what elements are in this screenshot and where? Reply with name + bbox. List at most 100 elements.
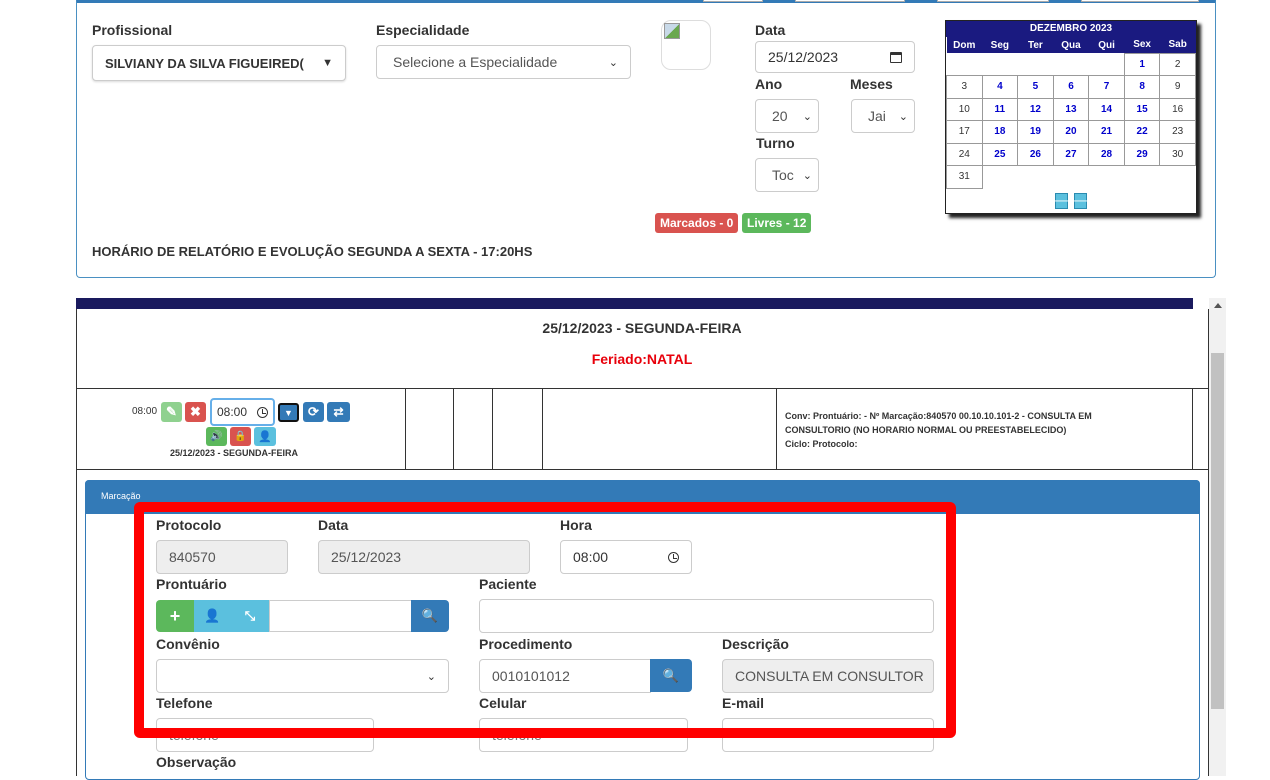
calendar-empty-cell: [1053, 53, 1089, 76]
slot-time-input-value: 08:00: [217, 405, 248, 419]
booking-date-input[interactable]: 25/12/2023: [318, 540, 530, 574]
mobile-input[interactable]: [479, 718, 688, 752]
col-divider: [776, 388, 777, 469]
calendar-day[interactable]: 12: [1017, 97, 1054, 121]
calendar-day: 23: [1159, 120, 1196, 144]
description-value: CONSULTA EM CONSULTOR: [735, 668, 924, 684]
booking-panel-header: Marcação: [85, 480, 1200, 514]
slot-date: 25/12/2023 - SEGUNDA-FEIRA: [170, 448, 299, 458]
email-input[interactable]: [722, 718, 934, 752]
professional-photo: [661, 20, 711, 70]
insurance-label: Convênio: [156, 636, 220, 652]
procedure-value: 0010101012: [492, 668, 570, 684]
top-button-4[interactable]: [1081, 0, 1199, 2]
scrollbar-thumb[interactable]: [1211, 353, 1224, 709]
weekday-header: Dom: [946, 37, 983, 53]
user-icon[interactable]: 👤: [254, 427, 276, 446]
shift-select[interactable]: Toc ⌄: [755, 158, 819, 192]
shift-value: Toc: [772, 167, 794, 183]
phone-input[interactable]: [156, 718, 374, 752]
volume-icon[interactable]: 🔊: [206, 427, 227, 446]
protocol-input[interactable]: 840570: [156, 540, 288, 574]
lock-icon[interactable]: 🔒: [230, 427, 251, 446]
calendar-day[interactable]: 15: [1123, 97, 1161, 121]
calendar-day[interactable]: 21: [1088, 120, 1125, 144]
cancel-button[interactable]: ✖: [185, 402, 206, 422]
col-divider: [405, 388, 406, 469]
shift-label: Turno: [756, 135, 795, 151]
year-select[interactable]: 20 ⌄: [755, 99, 819, 133]
repeat-icon[interactable]: ⇄: [327, 402, 350, 422]
professional-select[interactable]: SILVIANY DA SILVA FIGUEIRED( ▼: [92, 45, 346, 81]
top-button-1[interactable]: [703, 0, 763, 2]
record-label: Prontuário: [156, 576, 227, 592]
patient-search-button[interactable]: 👤: [194, 600, 231, 632]
caret-down-icon: ▼: [322, 57, 333, 69]
specialty-label: Especialidade: [376, 22, 470, 38]
calendar-day[interactable]: 14: [1088, 97, 1125, 121]
calendar-day[interactable]: 28: [1088, 142, 1125, 166]
record-input[interactable]: [269, 600, 412, 632]
top-button-2[interactable]: [795, 0, 905, 2]
calendar-day[interactable]: 4: [981, 75, 1019, 99]
scroll-up-icon[interactable]: [1214, 303, 1222, 308]
calendar-day: 16: [1159, 97, 1196, 121]
calendar-day[interactable]: 5: [1017, 75, 1054, 99]
patient-label: Paciente: [479, 576, 537, 592]
calendar-day[interactable]: 26: [1017, 142, 1054, 166]
date-input[interactable]: 25/12/2023: [755, 41, 915, 73]
insurance-select[interactable]: ⌄: [156, 659, 449, 693]
calendar-empty-cell: [1018, 166, 1054, 189]
arrow-right-icon[interactable]: 🡒: [1067, 192, 1094, 209]
calendar-day[interactable]: 25: [981, 142, 1019, 166]
refresh-icon[interactable]: ⟳: [303, 402, 324, 422]
calendar-day[interactable]: 11: [981, 97, 1019, 121]
procedure-search-icon[interactable]: 🔍: [650, 659, 692, 692]
date-value: 25/12/2023: [768, 49, 839, 65]
description-input[interactable]: CONSULTA EM CONSULTOR: [722, 659, 934, 693]
booking-panel-title: Marcação: [101, 491, 141, 501]
calendar-day[interactable]: 18: [981, 120, 1019, 144]
calendar-day[interactable]: 13: [1052, 97, 1090, 121]
mini-calendar: DEZEMBRO 2023 Dom Seg Ter Qua Qui Sex Sab 1234…: [945, 20, 1197, 214]
schedule-notice: HORÁRIO DE RELATÓRIO E EVOLUÇÃO SEGUNDA …: [92, 244, 533, 259]
expand-button[interactable]: ▼: [278, 403, 299, 422]
specialty-select[interactable]: Selecione a Especialidade ⌄: [376, 45, 631, 79]
calendar-day: 24: [946, 142, 983, 166]
calendar-empty-cell: [1053, 166, 1089, 189]
calendar-day[interactable]: 1: [1123, 52, 1161, 76]
calendar-day[interactable]: 27: [1052, 142, 1090, 166]
slot-info-line3: Ciclo: Protocolo:: [785, 439, 858, 449]
procedure-input[interactable]: 0010101012: [479, 659, 651, 693]
calendar-day[interactable]: 19: [1017, 120, 1054, 144]
patient-input[interactable]: [479, 599, 934, 633]
protocol-value: 840570: [169, 549, 216, 565]
clock-icon: [668, 551, 679, 563]
calendar-day[interactable]: 6: [1052, 75, 1090, 99]
calendar-day[interactable]: 7: [1088, 75, 1125, 99]
edit-button[interactable]: ✎: [161, 402, 182, 422]
vertical-scrollbar[interactable]: [1209, 298, 1226, 776]
year-value: 20: [772, 108, 788, 124]
calendar-day[interactable]: 29: [1123, 142, 1161, 166]
top-button-3[interactable]: [937, 0, 1049, 2]
calendar-day[interactable]: 20: [1052, 120, 1090, 144]
record-search-icon[interactable]: 🔍: [411, 600, 449, 632]
calendar-day: 17: [946, 120, 983, 144]
add-patient-button[interactable]: +: [156, 600, 194, 632]
calendar-empty-cell: [1089, 166, 1125, 189]
slot-time-input[interactable]: 08:00: [210, 398, 275, 426]
time-input[interactable]: 08:00: [560, 540, 692, 574]
calendar-day[interactable]: 22: [1123, 120, 1161, 144]
free-badge: Livres - 12: [742, 213, 812, 233]
calendar-day[interactable]: 8: [1123, 75, 1161, 99]
compress-button[interactable]: ⤡: [231, 600, 269, 632]
months-value: Jai: [868, 108, 886, 124]
agenda-header-bar: [76, 298, 1193, 309]
months-select[interactable]: Jai ⌄: [851, 99, 915, 133]
arrow-left-icon[interactable]: 🡐: [1048, 192, 1075, 209]
col-divider: [492, 388, 493, 469]
date-label: Data: [755, 22, 786, 38]
slot-info: Conv: Prontuário: - Nº Marcação:840570 0…: [785, 409, 1092, 451]
chevron-down-icon: ⌄: [608, 56, 618, 69]
